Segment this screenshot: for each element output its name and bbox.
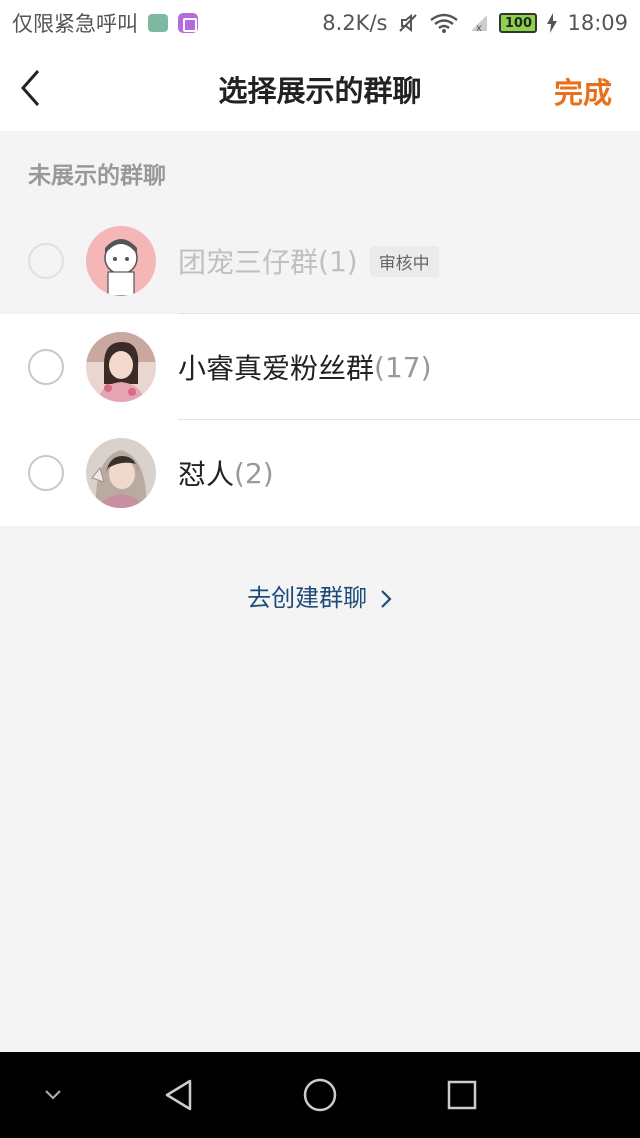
group-label: 小睿真爱粉丝群 (17) [178, 347, 432, 387]
avatar [86, 332, 156, 402]
group-name: 小睿真爱粉丝群 [178, 352, 375, 385]
nav-recents-button[interactable] [439, 1072, 485, 1118]
carrier-text: 仅限紧急呼叫 [12, 12, 138, 36]
clock: 18:09 [567, 11, 628, 35]
group-count: (2) [234, 456, 274, 490]
app-notification-icon [148, 14, 168, 32]
system-nav-bar [0, 1052, 640, 1138]
nav-back-icon [165, 1079, 192, 1111]
nav-home-button[interactable] [297, 1072, 343, 1118]
net-speed: 8.2K/s [322, 11, 388, 35]
wifi-icon [430, 13, 459, 33]
group-row: 团宠三仔群 (1) 审核中 [0, 208, 640, 314]
back-chevron-icon [20, 70, 40, 106]
group-count: (17) [374, 350, 432, 384]
header: 选择展示的群聊 完成 [0, 46, 640, 131]
group-name: 团宠三仔群 [178, 246, 319, 279]
battery-icon: 100 [499, 13, 538, 33]
back-button[interactable] [10, 64, 50, 112]
group-radio[interactable] [28, 455, 64, 491]
gallery-notification-icon [178, 13, 198, 33]
status-bar: 仅限紧急呼叫 8.2K/s x 100 18:09 [0, 0, 640, 46]
charging-icon [547, 13, 558, 33]
nav-home-icon [303, 1078, 337, 1112]
avatar [86, 438, 156, 508]
done-button[interactable]: 完成 [554, 70, 612, 112]
nav-back-button[interactable] [155, 1072, 201, 1118]
group-row[interactable]: 怼人 (2) [0, 420, 640, 526]
status-badge: 审核中 [369, 245, 439, 277]
group-row[interactable]: 小睿真爱粉丝群 (17) [0, 314, 640, 420]
svg-text:x: x [476, 23, 482, 33]
signal-icon: x [471, 15, 488, 33]
nav-collapse-button[interactable] [30, 1072, 76, 1118]
avatar [86, 226, 156, 296]
group-count: (1) [318, 244, 358, 278]
group-radio [28, 243, 64, 279]
create-group-link[interactable]: 去创建群聊 [0, 578, 640, 613]
nav-recents-icon [447, 1080, 477, 1110]
group-radio[interactable] [28, 349, 64, 385]
group-name: 怼人 [178, 458, 235, 491]
status-left: 仅限紧急呼叫 [12, 8, 198, 38]
group-label: 怼人 (2) [178, 453, 274, 493]
page-title: 选择展示的群聊 [218, 73, 422, 108]
section-label: 未展示的群聊 [28, 163, 166, 189]
group-label: 团宠三仔群 (1) 审核中 [178, 241, 439, 281]
chevron-right-icon [381, 590, 392, 608]
app-root: 仅限紧急呼叫 8.2K/s x 100 18:09 选择展示的群聊 完成 未展示… [0, 0, 640, 1138]
status-right: 8.2K/s x 100 18:09 [322, 11, 628, 35]
group-list: 团宠三仔群 (1) 审核中 小睿真爱粉丝群 (17) 怼人 (2) [0, 208, 640, 526]
create-group-label: 去创建群聊 [247, 584, 368, 612]
nav-collapse-icon [45, 1090, 61, 1100]
mute-icon [399, 13, 418, 33]
